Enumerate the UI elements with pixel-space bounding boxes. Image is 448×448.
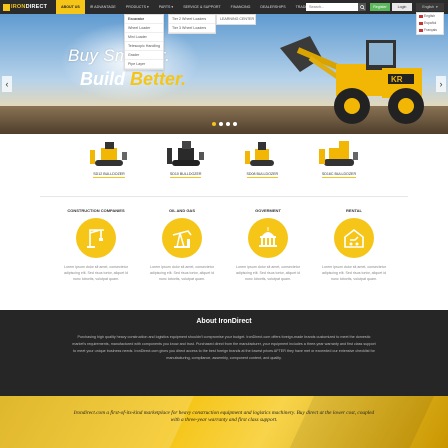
- products-dropdown-menu: Excavator Wheel Loader Mini Loader Teles…: [124, 14, 164, 70]
- service-title: CONSTRUCTION COMPANIES: [67, 208, 125, 213]
- bulldozer-icon: [90, 142, 127, 166]
- menu-item-mini-loader[interactable]: Mini Loader: [125, 33, 163, 42]
- service-title: RENTAL: [346, 208, 362, 213]
- capitol-icon: [259, 227, 277, 247]
- product-card[interactable]: SD12 BULLDOZER: [74, 138, 144, 188]
- nav-financing[interactable]: Financing: [226, 0, 256, 14]
- about-section: About IronDirect Purchasing high quality…: [0, 310, 448, 396]
- about-title: About IronDirect: [196, 318, 252, 325]
- menu-item-telescopic-handling[interactable]: Telescopic Handling: [125, 42, 163, 51]
- wheel-loader-submenu: Tier 2 Wheel Loaders Tier 3 Wheel Loader…: [168, 14, 216, 34]
- nav-ir-advantage[interactable]: Ir Advantage: [85, 0, 121, 14]
- product-card[interactable]: SD16C BULLDOZER: [304, 138, 374, 188]
- about-body: Purchasing high quality heavy constructi…: [72, 335, 376, 360]
- footer-banner: Irondirect.com a first-of-its-kind marke…: [0, 396, 448, 448]
- service-circle: [334, 218, 374, 258]
- submenu-item-learning-center[interactable]: LEARNING CENTER: [217, 15, 255, 24]
- product-name: SD10 BULLDOZER: [169, 172, 202, 178]
- logo-text: IRONDIRECT: [11, 4, 48, 10]
- nav-service-support[interactable]: Service & Support: [178, 0, 225, 14]
- slider-dot[interactable]: [219, 122, 223, 126]
- service-description: Lorem ipsum dolor sit amet, consectetur …: [63, 265, 129, 281]
- menu-item-wheel-loader[interactable]: Wheel Loader: [125, 24, 163, 33]
- nav-dealerships[interactable]: Dealerships: [255, 0, 290, 14]
- irondirect-logo[interactable]: IRONDIRECT: [0, 0, 56, 14]
- svg-text:KR: KR: [391, 75, 403, 84]
- slider-next-button[interactable]: ›: [436, 76, 446, 92]
- service-description: Lorem ipsum dolor sit amet, consectetur …: [321, 265, 387, 281]
- login-button[interactable]: Login: [392, 3, 412, 11]
- wheel-loader-image: KR: [280, 36, 424, 124]
- nav-about-us[interactable]: About Us: [56, 0, 85, 14]
- search-button[interactable]: [358, 3, 366, 11]
- service-circle: [76, 218, 116, 258]
- slider-dot[interactable]: [233, 122, 237, 126]
- submenu-item-tier2[interactable]: Tier 2 Wheel Loaders: [169, 15, 215, 24]
- service-card[interactable]: CONSTRUCTION COMPANIES Lorem ipsum dolor…: [60, 208, 132, 282]
- service-card[interactable]: OIL AND GAS Lorem ipsum dolor sit amet, …: [146, 208, 218, 282]
- learning-center-submenu: LEARNING CENTER: [216, 14, 256, 25]
- hero-headline-line2: Build Better.: [80, 69, 187, 89]
- menu-item-pipe-layer[interactable]: Pipe Layer: [125, 60, 163, 69]
- menu-item-grader[interactable]: Grader: [125, 51, 163, 60]
- service-card[interactable]: GOVERMENT Lorem ipsum dolor sit amet, co…: [232, 208, 304, 282]
- language-select[interactable]: English ▾: [416, 3, 444, 11]
- service-circle: [162, 218, 202, 258]
- service-circle: [248, 218, 288, 258]
- slider-dot[interactable]: [226, 122, 230, 126]
- slider-prev-button[interactable]: ‹: [2, 76, 12, 92]
- services-row: CONSTRUCTION COMPANIES Lorem ipsum dolor…: [60, 208, 390, 282]
- service-description: Lorem ipsum dolor sit amet, consectetur …: [149, 265, 215, 281]
- product-name: SD16C BULLDOZER: [321, 172, 357, 178]
- service-title: OIL AND GAS: [168, 208, 195, 213]
- product-name: SD08 BULLDOZER: [246, 172, 279, 178]
- register-button[interactable]: Register: [370, 3, 390, 11]
- product-card[interactable]: SD08 BULLDOZER: [227, 138, 297, 188]
- top-header: IRONDIRECT About Us Ir Advantage Product…: [0, 0, 448, 14]
- language-option-espanol[interactable]: Español: [417, 20, 443, 27]
- product-name: SD12 BULLDOZER: [93, 172, 125, 178]
- logo-mark-icon: [3, 3, 10, 11]
- product-row: SD12 BULLDOZER SD10 BULLDOZER SD08 BULLD…: [74, 138, 374, 188]
- crane-icon: [87, 229, 104, 248]
- submenu-item-tier3[interactable]: Tier 3 Wheel Loaders: [169, 24, 215, 33]
- hero-slider: KR Buy Smarter. Build Better. ‹ ›: [0, 14, 448, 134]
- search-input[interactable]: [306, 3, 358, 11]
- language-option-english[interactable]: English: [417, 13, 443, 20]
- service-card[interactable]: RENTAL Lorem ipsum dolor sit amet, conse…: [318, 208, 390, 282]
- language-menu: English Español Français: [416, 12, 444, 35]
- divider: [40, 196, 408, 197]
- chevron-left-icon: ‹: [5, 79, 9, 89]
- banner-text: Irondirect.com a first-of-its-kind marke…: [73, 410, 375, 423]
- service-description: Lorem ipsum dolor sit amet, consectetur …: [235, 265, 301, 281]
- search-icon: [359, 4, 365, 10]
- rental-icon: [344, 228, 364, 248]
- language-label: English: [422, 5, 434, 9]
- bulldozer-large-icon: [318, 141, 358, 166]
- nav-products[interactable]: Products ▾: [121, 0, 154, 14]
- bulldozer-black-icon: [166, 141, 204, 166]
- slider-dots: [212, 122, 237, 126]
- chevron-right-icon: ›: [439, 79, 443, 89]
- bulldozer-small-icon: [245, 142, 275, 166]
- oil-pump-icon: [172, 230, 192, 248]
- chevron-down-icon: ▾: [435, 5, 438, 9]
- language-option-francais[interactable]: Français: [417, 27, 443, 34]
- service-title: GOVERMENT: [255, 208, 281, 213]
- product-card[interactable]: SD10 BULLDOZER: [151, 138, 221, 188]
- slider-dot[interactable]: [212, 122, 216, 126]
- nav-parts[interactable]: Parts ▾: [154, 0, 178, 14]
- main-nav: About Us Ir Advantage Products ▾ Parts ▾…: [56, 0, 320, 14]
- menu-item-excavator[interactable]: Excavator: [125, 15, 163, 24]
